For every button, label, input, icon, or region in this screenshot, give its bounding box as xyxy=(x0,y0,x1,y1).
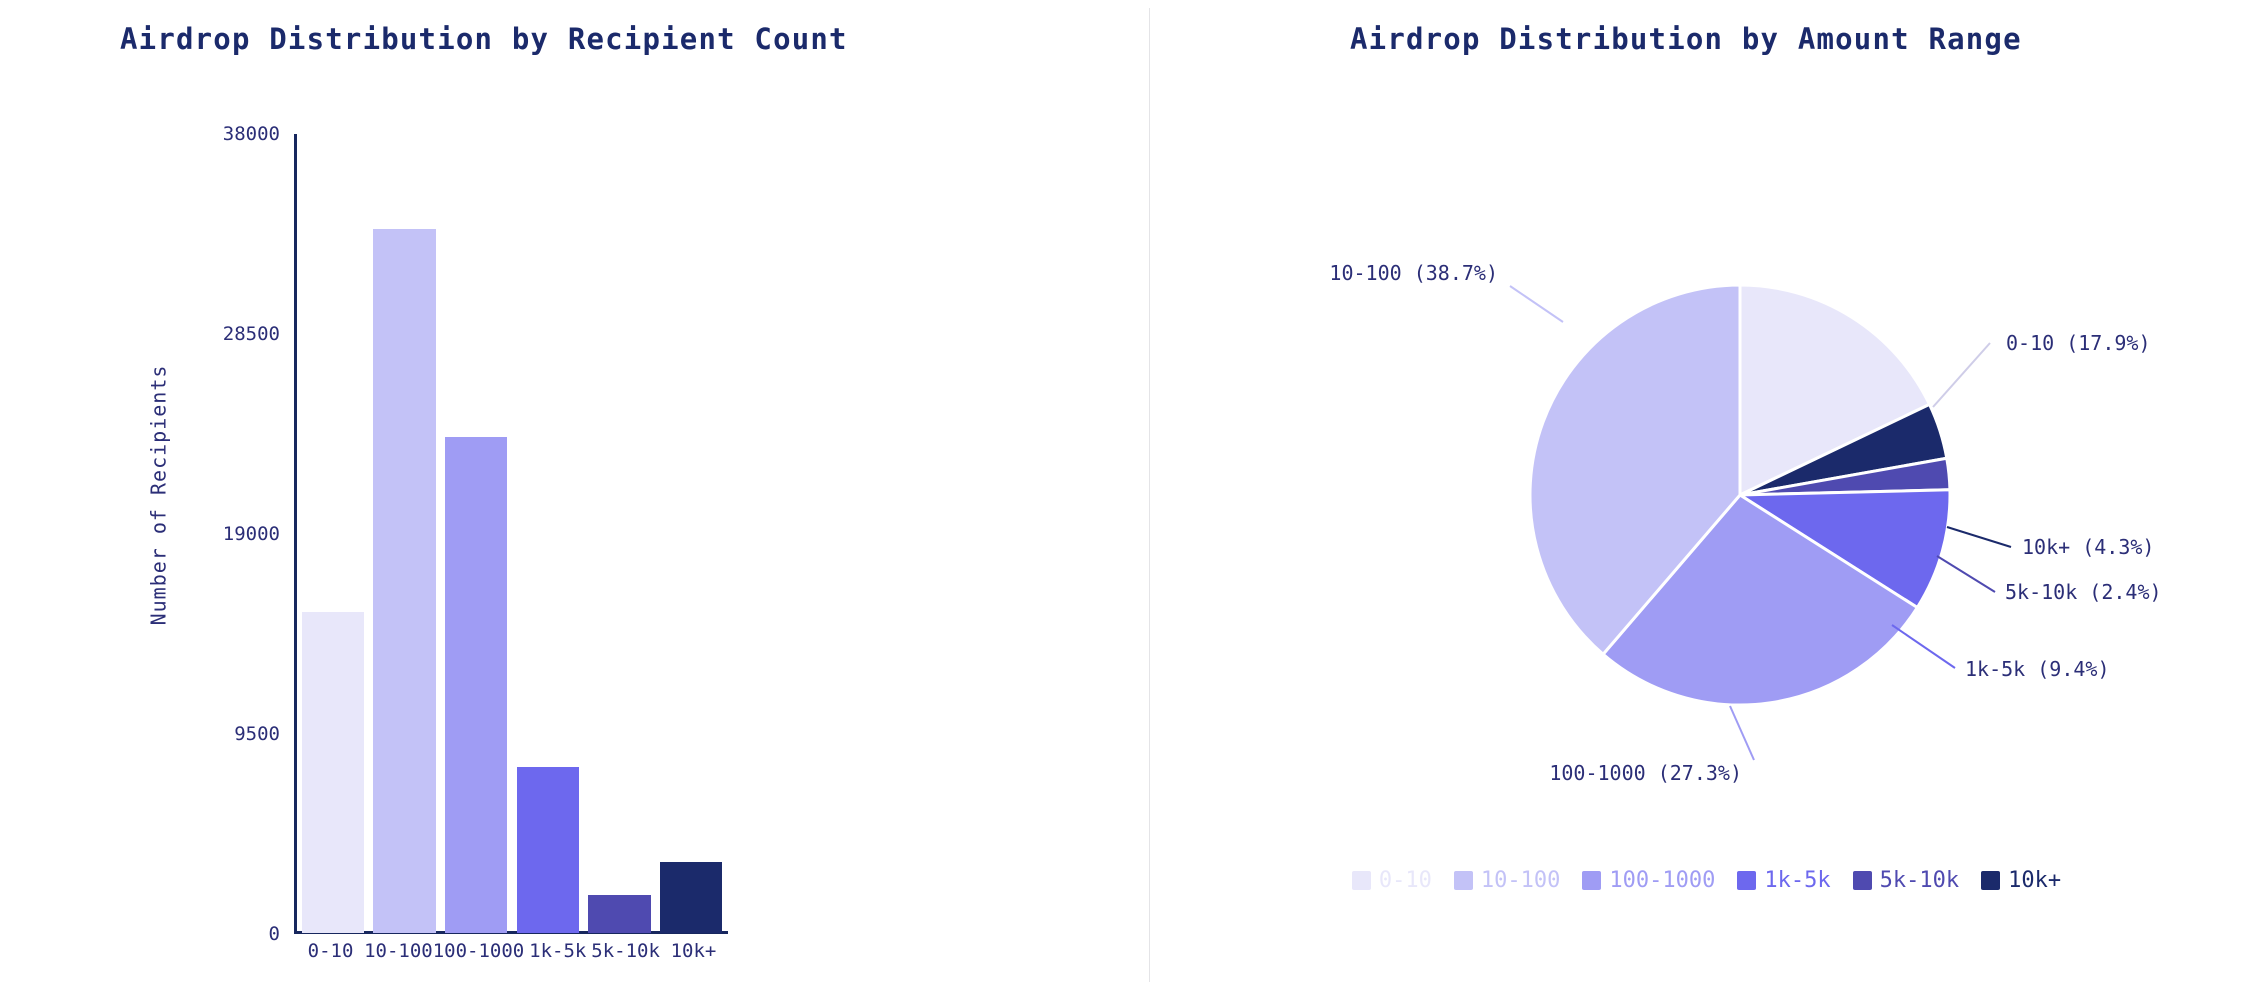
legend-item-0-10[interactable]: 0-10 xyxy=(1351,868,1432,893)
bar-slot-100-1000 xyxy=(440,135,512,933)
pie-leader-0-10 xyxy=(1932,342,1991,408)
legend-label-5k-10k: 5k-10k xyxy=(1879,868,1960,893)
pie-leader-10-100 xyxy=(1509,285,1564,323)
pie-leader-100-1000 xyxy=(1729,705,1755,761)
bar-100-1000[interactable] xyxy=(445,436,508,933)
pie-leader-1k-5k xyxy=(1891,624,1956,669)
bar-chart-x-label-10-100: 10-100 xyxy=(364,940,433,962)
bar-chart-x-label-10k+: 10k+ xyxy=(670,940,717,962)
legend-item-5k-10k[interactable]: 5k-10k xyxy=(1852,868,1960,893)
pie-chart-legend: 0-10 10-100 100-1000 1k-5k 5k-10k 10k+ xyxy=(1150,868,2263,893)
pie-chart-svg: 0-10 (17.9%) 10k+ (4.3%) 5k-10k (2.4%) 1k-5… xyxy=(1329,261,2162,785)
bar-slot-1k-5k xyxy=(512,135,584,933)
legend-swatch-5k-10k xyxy=(1852,871,1872,890)
legend-item-1k-5k[interactable]: 1k-5k xyxy=(1737,868,1831,893)
legend-label-1k-5k: 1k-5k xyxy=(1764,868,1831,893)
bar-0-10[interactable] xyxy=(301,612,364,933)
bar-chart-x-labels: 0-10 10-100 100-1000 1k-5k 5k-10k 10k+ xyxy=(297,940,727,962)
bar-chart-bars xyxy=(297,135,727,933)
legend-item-100-1000[interactable]: 100-1000 xyxy=(1582,868,1715,893)
pie-annotation-10-100: 10-100 (38.7%) xyxy=(1329,261,1498,285)
bar-slot-5k-10k xyxy=(584,135,656,933)
pie-annotation-1k-5k: 1k-5k (9.4%) xyxy=(1965,657,2110,681)
pie-annotation-5k-10k: 5k-10k (2.4%) xyxy=(2005,580,2162,604)
bar-10-100[interactable] xyxy=(373,229,436,933)
pie-leader-5k-10k xyxy=(1936,555,1996,593)
bar-chart-y-tick-4: 0 xyxy=(268,923,280,945)
legend-item-10k+[interactable]: 10k+ xyxy=(1981,868,2061,893)
bar-chart-title: Airdrop Distribution by Recipient Count xyxy=(120,22,848,56)
bar-slot-10-100 xyxy=(369,135,441,933)
bar-chart-x-label-5k-10k: 5k-10k xyxy=(591,940,660,962)
bar-chart-y-tick-1: 28500 xyxy=(222,323,280,345)
legend-swatch-1k-5k xyxy=(1737,871,1757,890)
bar-10k+[interactable] xyxy=(660,861,723,933)
bar-chart-panel: Airdrop Distribution by Recipient Count … xyxy=(0,0,1150,990)
legend-label-10k+: 10k+ xyxy=(2008,868,2062,893)
bar-chart-y-tick-0: 38000 xyxy=(222,123,280,145)
pie-chart-area: 0-10 (17.9%) 10k+ (4.3%) 5k-10k (2.4%) 1k-5… xyxy=(1150,0,2263,990)
legend-label-0-10: 0-10 xyxy=(1378,868,1432,893)
bar-slot-10k+ xyxy=(655,135,727,933)
bar-1k-5k[interactable] xyxy=(516,767,580,933)
legend-label-10-100: 10-100 xyxy=(1480,868,1561,893)
bar-chart-x-label-100-1000: 100-1000 xyxy=(432,940,525,962)
legend-label-100-1000: 100-1000 xyxy=(1609,868,1716,893)
bar-chart-y-tick-2: 19000 xyxy=(222,523,280,545)
bar-chart-y-tick-3: 9500 xyxy=(234,723,280,745)
pie-slice-group xyxy=(1528,283,1952,707)
bar-chart-y-ticks: 38000 28500 19000 9500 0 xyxy=(150,123,280,945)
legend-swatch-100-1000 xyxy=(1582,871,1602,890)
pie-annotation-100-1000: 100-1000 (27.3%) xyxy=(1549,761,1742,785)
bar-5k-10k[interactable] xyxy=(588,894,651,933)
legend-swatch-10k+ xyxy=(1981,871,2001,890)
legend-swatch-10-100 xyxy=(1453,871,1473,890)
pie-leader-10k+ xyxy=(1946,526,2012,548)
legend-item-10-100[interactable]: 10-100 xyxy=(1453,868,1561,893)
bar-slot-0-10 xyxy=(297,135,369,933)
legend-swatch-0-10 xyxy=(1351,871,1371,890)
bar-chart-x-label-1k-5k: 1k-5k xyxy=(529,940,587,962)
pie-annotation-0-10: 0-10 (17.9%) xyxy=(2006,331,2151,355)
bar-chart-x-label-0-10: 0-10 xyxy=(307,940,354,962)
pie-annotation-10k+: 10k+ (4.3%) xyxy=(2022,535,2154,559)
pie-chart-panel: Airdrop Distribution by Amount Range 0-1… xyxy=(1150,0,2263,990)
dashboard-root: Airdrop Distribution by Recipient Count … xyxy=(0,0,2263,990)
